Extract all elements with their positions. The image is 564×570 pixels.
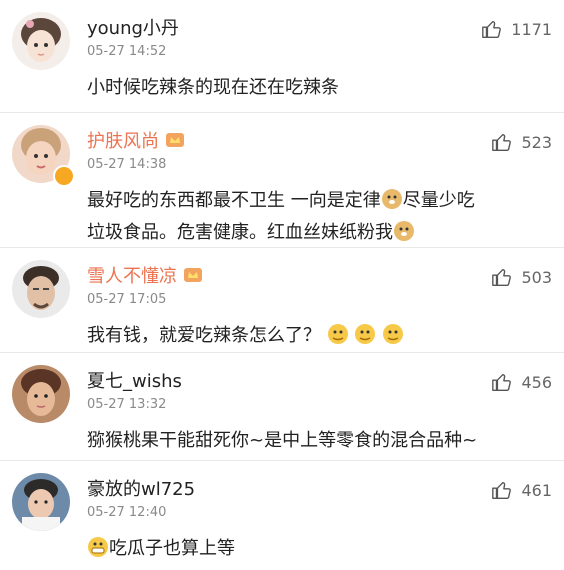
like-count: 461	[521, 480, 552, 500]
comment-list: young小丹 05-27 14:52 小时候吃辣条的现在还在吃辣条 1171 …	[0, 0, 564, 570]
username[interactable]: 夏七_wishs	[87, 367, 182, 393]
like-count: 503	[521, 267, 552, 287]
username[interactable]: 护肤风尚	[87, 127, 185, 153]
comment-text: 猕猴桃果干能甜死你~是中上等零食的混合品种~	[87, 430, 478, 451]
crown-icon	[184, 268, 202, 282]
username[interactable]: 雪人不懂凉	[87, 262, 203, 288]
money-mouth-emoji-icon	[355, 324, 376, 344]
thumbs-up-icon	[492, 481, 512, 499]
thumbs-up-icon	[482, 20, 502, 38]
username[interactable]: 豪放的wl725	[87, 475, 195, 501]
grinning-emoji-icon	[88, 537, 108, 557]
verified-badge	[53, 165, 75, 187]
like-button[interactable]: 456	[491, 371, 552, 393]
comment-text: 小时候吃辣条的现在还在吃辣条	[87, 77, 339, 98]
avatar[interactable]	[12, 260, 70, 318]
crown-icon	[166, 133, 184, 147]
timestamp: 05-27 14:38	[87, 157, 167, 172]
avatar[interactable]	[12, 365, 70, 423]
thumbs-up-icon	[492, 373, 512, 391]
money-mouth-emoji-icon	[327, 324, 348, 344]
like-button[interactable]: 1171	[481, 18, 552, 40]
timestamp: 05-27 17:05	[87, 292, 167, 307]
comment-item[interactable]: 夏七_wishs 05-27 13:32 猕猴桃果干能甜死你~是中上等零食的混合…	[0, 353, 564, 461]
username[interactable]: young小丹	[87, 14, 179, 40]
like-button[interactable]: 523	[491, 131, 552, 153]
timestamp: 05-27 13:32	[87, 397, 167, 412]
comment-item[interactable]: young小丹 05-27 14:52 小时候吃辣条的现在还在吃辣条 1171	[0, 0, 564, 113]
comment-item[interactable]: 豪放的wl725 05-27 12:40 吃瓜子也算上等 461	[0, 461, 564, 570]
like-button[interactable]: 503	[491, 266, 552, 288]
like-count: 1171	[511, 19, 552, 39]
timestamp: 05-27 12:40	[87, 505, 167, 520]
timestamp: 05-27 14:52	[87, 44, 167, 59]
thumbs-up-icon	[492, 268, 512, 286]
like-count: 523	[521, 132, 552, 152]
comment-text: 最好吃的东西都最不卫生 一向是定律 尽量少吃 垃圾食品。危害健康。红血丝妹纸粉我	[87, 189, 475, 243]
comment-item[interactable]: 护肤风尚 05-27 14:38 最好吃的东西都最不卫生 一向是定律 尽量少吃 垃…	[0, 113, 564, 248]
money-mouth-emoji-icon	[383, 324, 404, 344]
comment-text: 我有钱，就爱吃辣条怎么了？	[87, 320, 544, 352]
doge-emoji-icon	[381, 189, 402, 209]
doge-emoji-icon	[394, 221, 414, 241]
like-button[interactable]: 461	[491, 479, 552, 501]
comment-item[interactable]: 雪人不懂凉 05-27 17:05 我有钱，就爱吃辣条怎么了？ 503	[0, 248, 564, 353]
like-count: 456	[521, 372, 552, 392]
thumbs-up-icon	[492, 133, 512, 151]
comment-text: 吃瓜子也算上等	[87, 533, 544, 565]
avatar[interactable]	[12, 12, 70, 70]
avatar[interactable]	[12, 473, 70, 531]
